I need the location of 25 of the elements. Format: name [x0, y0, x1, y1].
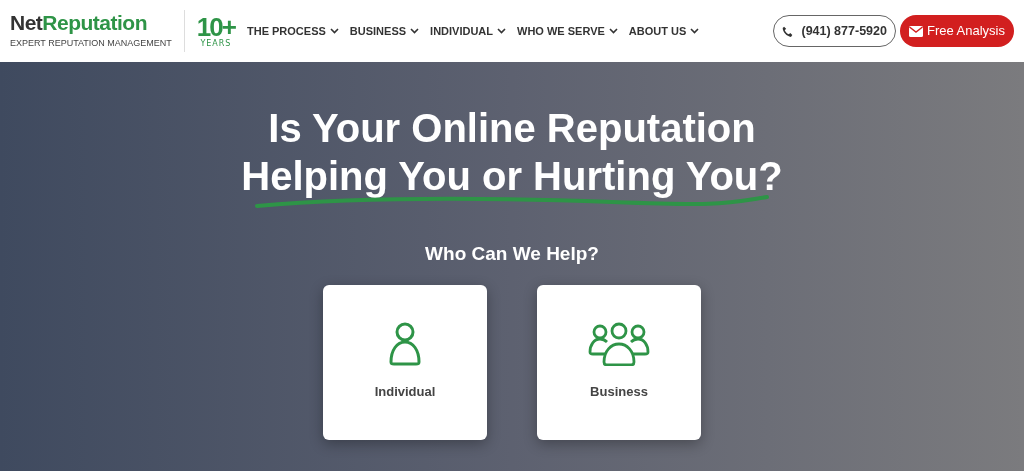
group-icon	[587, 322, 651, 367]
phone-icon	[782, 25, 794, 37]
nav-menu-item[interactable]: WHO WE SERVE	[517, 22, 618, 40]
nav-menu-item[interactable]: INDIVIDUAL	[430, 22, 507, 40]
nav-menu-item[interactable]: BUSINESS	[349, 22, 420, 40]
phone-button[interactable]: (941) 877-5920	[773, 15, 896, 47]
logo-tagline: EXPERT REPUTATION MANAGEMENT	[10, 36, 172, 50]
hero-heading-line: Is Your Online Reputation	[268, 105, 756, 152]
audience-card[interactable]: Business	[537, 284, 701, 440]
audience-card[interactable]: Individual	[323, 284, 487, 440]
years-badge-number: 10+	[196, 14, 235, 40]
caret-icon	[690, 28, 700, 34]
logo-wordmark[interactable]: NetReputation	[10, 11, 172, 33]
caret-icon	[329, 28, 339, 34]
nav-menu-item[interactable]: THE PROCESS	[246, 22, 339, 40]
envelope-icon	[908, 25, 923, 37]
caret-icon	[410, 28, 420, 34]
person-icon	[388, 322, 422, 367]
years-badge-label: YEARS	[200, 40, 232, 48]
hero-subheading: Who Can We Help?	[424, 242, 600, 266]
free-analysis-button[interactable]: Free Analysis	[899, 15, 1014, 47]
nav-menu-item[interactable]: ABOUT US	[628, 22, 700, 40]
hero-heading-line: Helping You or Hurting You?	[241, 153, 783, 200]
caret-icon	[497, 28, 507, 34]
caret-icon	[608, 28, 618, 34]
